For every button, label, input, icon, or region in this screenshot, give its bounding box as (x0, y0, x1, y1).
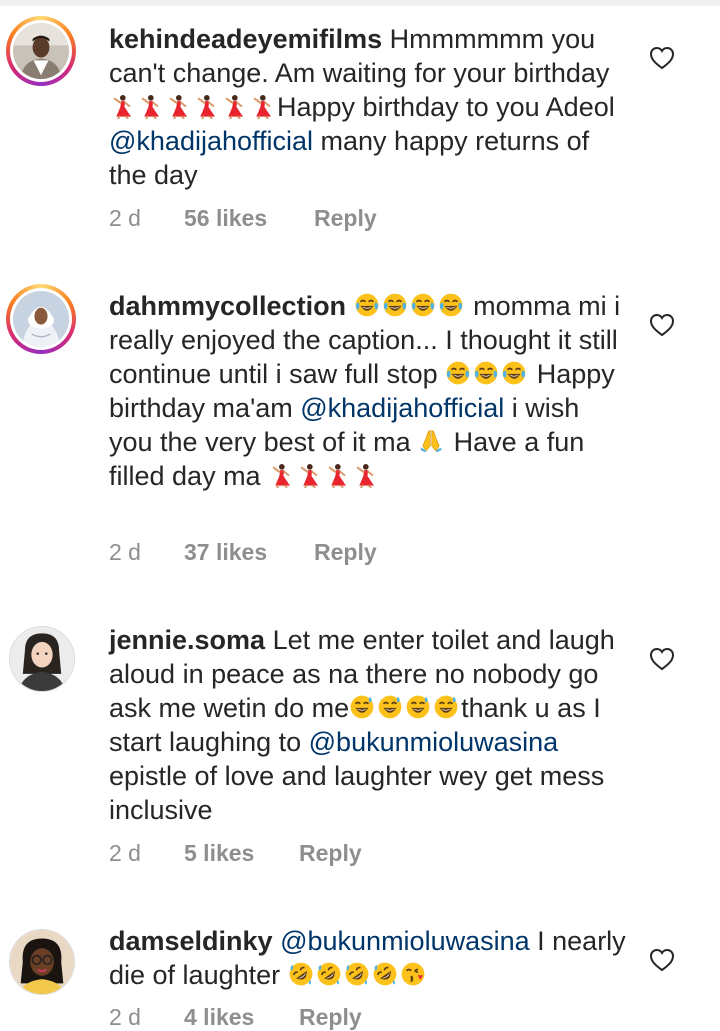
rolling-on-floor-laughing-emoji (344, 961, 370, 987)
avatar-photo (13, 23, 69, 79)
avatar (10, 20, 72, 82)
comment-username[interactable]: jennie.soma (109, 625, 265, 655)
heart-icon[interactable] (649, 313, 675, 337)
reply-button[interactable]: Reply (299, 840, 362, 867)
mention-link[interactable]: @khadijahofficial (300, 393, 504, 423)
dancing-woman-emoji (324, 462, 350, 488)
dancing-woman-emoji (193, 93, 219, 119)
avatar[interactable] (9, 929, 75, 995)
face-with-tears-of-joy-emoji (410, 292, 436, 318)
grinning-face-with-sweat-emoji (433, 694, 459, 720)
folded-hands-emoji (418, 428, 444, 454)
comment-text: Happy birthday to you Adeol (277, 92, 615, 122)
dancing-woman-emoji (165, 93, 191, 119)
comment-body: damseldinky @bukunmioluwasina I nearly d… (109, 924, 629, 992)
avatar-photo (10, 627, 74, 691)
comment-username[interactable]: dahmmycollection (109, 291, 346, 321)
avatar-photo (13, 291, 69, 347)
comment-age: 2 d (109, 539, 141, 565)
comment-body: kehindeadeyemifilms Hmmmmmm you can't ch… (109, 22, 629, 192)
comment-body: dahmmycollection momma mi i really enjoy… (109, 289, 629, 493)
comment-age: 2 d (109, 1004, 141, 1030)
face-with-tears-of-joy-emoji (473, 360, 499, 386)
mention-link[interactable]: @bukunmioluwasina (309, 727, 559, 757)
face-with-tears-of-joy-emoji (438, 292, 464, 318)
rolling-on-floor-laughing-emoji (372, 961, 398, 987)
comment-username[interactable]: kehindeadeyemifilms (109, 24, 382, 54)
avatar-story-ring[interactable] (6, 16, 76, 86)
face-with-tears-of-joy-emoji (501, 360, 527, 386)
avatar-photo (10, 930, 74, 994)
comment-body: jennie.soma Let me enter toilet and laug… (109, 623, 629, 827)
comment-age: 2 d (109, 205, 141, 231)
avatar-story-ring[interactable] (6, 284, 76, 354)
face-blowing-kiss-emoji (400, 961, 426, 987)
reply-button[interactable]: Reply (299, 1004, 362, 1031)
reply-button[interactable]: Reply (314, 539, 377, 566)
likes-count[interactable]: 56 likes (184, 205, 267, 232)
comment-username[interactable]: damseldinky (109, 926, 273, 956)
rolling-on-floor-laughing-emoji (316, 961, 342, 987)
comment-age: 2 d (109, 840, 141, 866)
heart-icon[interactable] (649, 46, 675, 70)
dancing-woman-emoji (352, 462, 378, 488)
dancing-woman-emoji (249, 93, 275, 119)
dancing-woman-emoji (296, 462, 322, 488)
avatar (10, 288, 72, 350)
dancing-woman-emoji (268, 462, 294, 488)
face-with-tears-of-joy-emoji (354, 292, 380, 318)
grinning-face-with-sweat-emoji (405, 694, 431, 720)
mention-link[interactable]: @bukunmioluwasina (280, 926, 530, 956)
top-divider (0, 0, 720, 6)
heart-icon[interactable] (649, 647, 675, 671)
likes-count[interactable]: 5 likes (184, 840, 254, 867)
dancing-woman-emoji (221, 93, 247, 119)
face-with-tears-of-joy-emoji (445, 360, 471, 386)
grinning-face-with-sweat-emoji (377, 694, 403, 720)
avatar[interactable] (9, 626, 75, 692)
face-with-tears-of-joy-emoji (382, 292, 408, 318)
dancing-woman-emoji (109, 93, 135, 119)
rolling-on-floor-laughing-emoji (288, 961, 314, 987)
likes-count[interactable]: 37 likes (184, 539, 267, 566)
mention-link[interactable]: @khadijahofficial (109, 126, 313, 156)
dancing-woman-emoji (137, 93, 163, 119)
heart-icon[interactable] (649, 948, 675, 972)
comment-text: epistle of love and laughter wey get mes… (109, 761, 605, 825)
grinning-face-with-sweat-emoji (349, 694, 375, 720)
reply-button[interactable]: Reply (314, 205, 377, 232)
likes-count[interactable]: 4 likes (184, 1004, 254, 1031)
